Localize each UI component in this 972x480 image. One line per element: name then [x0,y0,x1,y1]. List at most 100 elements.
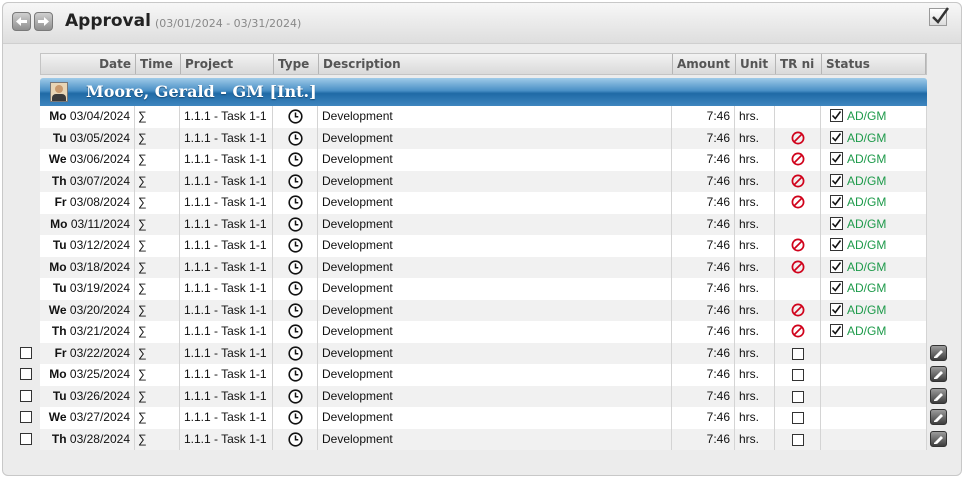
table-row[interactable]: Fr 03/08/2024 ∑ 1.1.1 - Task 1-1 Developmen… [40,192,927,214]
weekday-label: Fr [54,195,67,209]
col-header-time[interactable]: Time [136,54,181,74]
status-text: AD/GM [847,195,887,209]
project-cell: 1.1.1 - Task 1-1 [180,256,273,278]
description-cell: Development [318,149,672,171]
unit-cell: hrs. [735,364,775,386]
row-select-checkbox[interactable] [20,368,32,380]
approved-checkbox[interactable] [830,109,843,123]
status-cell [821,342,927,364]
table-row[interactable]: Mo 03/04/2024 ∑ 1.1.1 - Task 1-1 Developmen… [40,106,927,128]
table-row[interactable]: Th 03/21/2024 ∑ 1.1.1 - Task 1-1 Developmen… [40,321,927,343]
employee-name: Moore, Gerald - GM [Int.] [86,82,317,101]
amount-cell: 7:46 [672,170,735,192]
amount-cell: 7:46 [672,149,735,171]
arrow-left-icon[interactable] [12,12,31,31]
table-row[interactable]: Fr 03/22/2024 ∑ 1.1.1 - Task 1-1 Developmen… [40,342,927,364]
approved-checkbox[interactable] [830,216,843,230]
tr-checkbox[interactable] [792,412,804,424]
unit-cell: hrs. [735,213,775,235]
amount-cell: 7:46 [672,364,735,386]
edit-pencil-icon[interactable] [930,430,947,447]
date-cell: Tu 03/19/2024 [40,278,135,300]
edit-pencil-icon[interactable] [930,344,947,361]
edit-pencil-icon[interactable] [930,366,947,382]
col-header-type[interactable]: Type [274,54,319,74]
table-row[interactable]: Mo 03/18/2024 ∑ 1.1.1 - Task 1-1 Developmen… [40,256,927,278]
weekday-label: Tu [52,130,67,145]
type-cell [273,192,318,214]
table-row[interactable]: We 03/20/2024 ∑ 1.1.1 - Task 1-1 Developmen… [40,299,927,321]
table-row[interactable]: Tu 03/19/2024 ∑ 1.1.1 - Task 1-1 Developmen… [40,278,927,300]
tr-checkbox[interactable] [792,433,804,446]
date-cell: Th 03/21/2024 [40,321,135,343]
weekday-label: Th [51,173,67,188]
approved-checkbox[interactable] [830,152,843,166]
approve-all-checkbox-icon[interactable] [929,7,949,26]
type-cell [273,321,318,343]
table-row[interactable]: Tu 03/05/2024 ∑ 1.1.1 - Task 1-1 Developmen… [40,127,927,149]
status-cell: AD/GM [821,213,927,235]
project-cell: 1.1.1 - Task 1-1 [180,170,273,192]
project-cell: 1.1.1 - Task 1-1 [180,106,273,128]
tr-cell [775,106,821,128]
tr-checkbox[interactable] [792,369,804,381]
col-header-date[interactable]: Date [41,54,136,74]
col-header-description[interactable]: Description [319,54,673,74]
approved-checkbox[interactable] [830,324,843,338]
tr-cell [775,149,821,171]
edit-pencil-icon[interactable] [930,409,947,425]
approved-checkbox[interactable] [830,195,843,209]
type-cell [273,170,318,192]
arrow-right-icon[interactable] [34,12,53,31]
approved-checkbox[interactable] [830,238,843,252]
amount-cell: 7:46 [672,385,735,407]
status-cell: AD/GM [821,127,927,149]
col-header-project[interactable]: Project [181,54,274,74]
table-row[interactable]: Mo 03/11/2024 ∑ 1.1.1 - Task 1-1 Developmen… [40,213,927,235]
col-header-amount[interactable]: Amount [673,54,736,74]
status-cell [821,364,927,386]
approved-checkbox[interactable] [830,173,843,187]
description-cell: Development [318,321,672,343]
approved-checkbox[interactable] [830,302,843,316]
unit-cell: hrs. [735,321,775,343]
employee-group-header[interactable]: Moore, Gerald - GM [Int.] [40,78,927,106]
tr-checkbox[interactable] [792,347,804,360]
col-header-tr[interactable]: TR ni [776,54,822,74]
date-cell: We 03/06/2024 [40,149,135,171]
table-row[interactable]: Tu 03/12/2024 ∑ 1.1.1 - Task 1-1 Developmen… [40,235,927,257]
sum-icon: ∑ [135,149,180,171]
status-text: AD/GM [847,109,887,123]
row-select-checkbox[interactable] [20,411,32,423]
date-value: 03/19/2024 [66,281,130,295]
table-row[interactable]: Tu 03/26/2024 ∑ 1.1.1 - Task 1-1 Developmen… [40,385,927,407]
row-select-checkbox[interactable] [20,346,32,359]
table-row[interactable]: Th 03/28/2024 ∑ 1.1.1 - Task 1-1 Developmen… [40,428,927,450]
date-value: 03/06/2024 [66,152,130,166]
table-row[interactable]: Th 03/07/2024 ∑ 1.1.1 - Task 1-1 Developmen… [40,170,927,192]
description-cell: Development [318,235,672,257]
col-header-unit[interactable]: Unit [736,54,776,74]
tr-checkbox[interactable] [792,390,804,403]
amount-cell: 7:46 [672,407,735,429]
table-row[interactable]: We 03/27/2024 ∑ 1.1.1 - Task 1-1 Developmen… [40,407,927,429]
status-cell [821,385,927,407]
edit-pencil-icon[interactable] [930,387,947,404]
approved-checkbox[interactable] [830,130,843,144]
table-row[interactable]: Mo 03/25/2024 ∑ 1.1.1 - Task 1-1 Developmen… [40,364,927,386]
row-select-checkbox[interactable] [20,432,32,445]
project-cell: 1.1.1 - Task 1-1 [180,235,273,257]
weekday-label: Tu [52,388,67,403]
table-row[interactable]: We 03/06/2024 ∑ 1.1.1 - Task 1-1 Developmen… [40,149,927,171]
tr-cell [775,364,821,386]
type-cell [273,235,318,257]
amount-cell: 7:46 [672,299,735,321]
row-select-checkbox[interactable] [20,389,32,402]
amount-cell: 7:46 [672,213,735,235]
amount-cell: 7:46 [672,278,735,300]
sum-icon: ∑ [135,127,180,149]
approved-checkbox[interactable] [830,259,843,273]
approved-checkbox[interactable] [830,281,843,295]
col-header-status[interactable]: Status [822,54,926,74]
type-cell [273,428,318,450]
